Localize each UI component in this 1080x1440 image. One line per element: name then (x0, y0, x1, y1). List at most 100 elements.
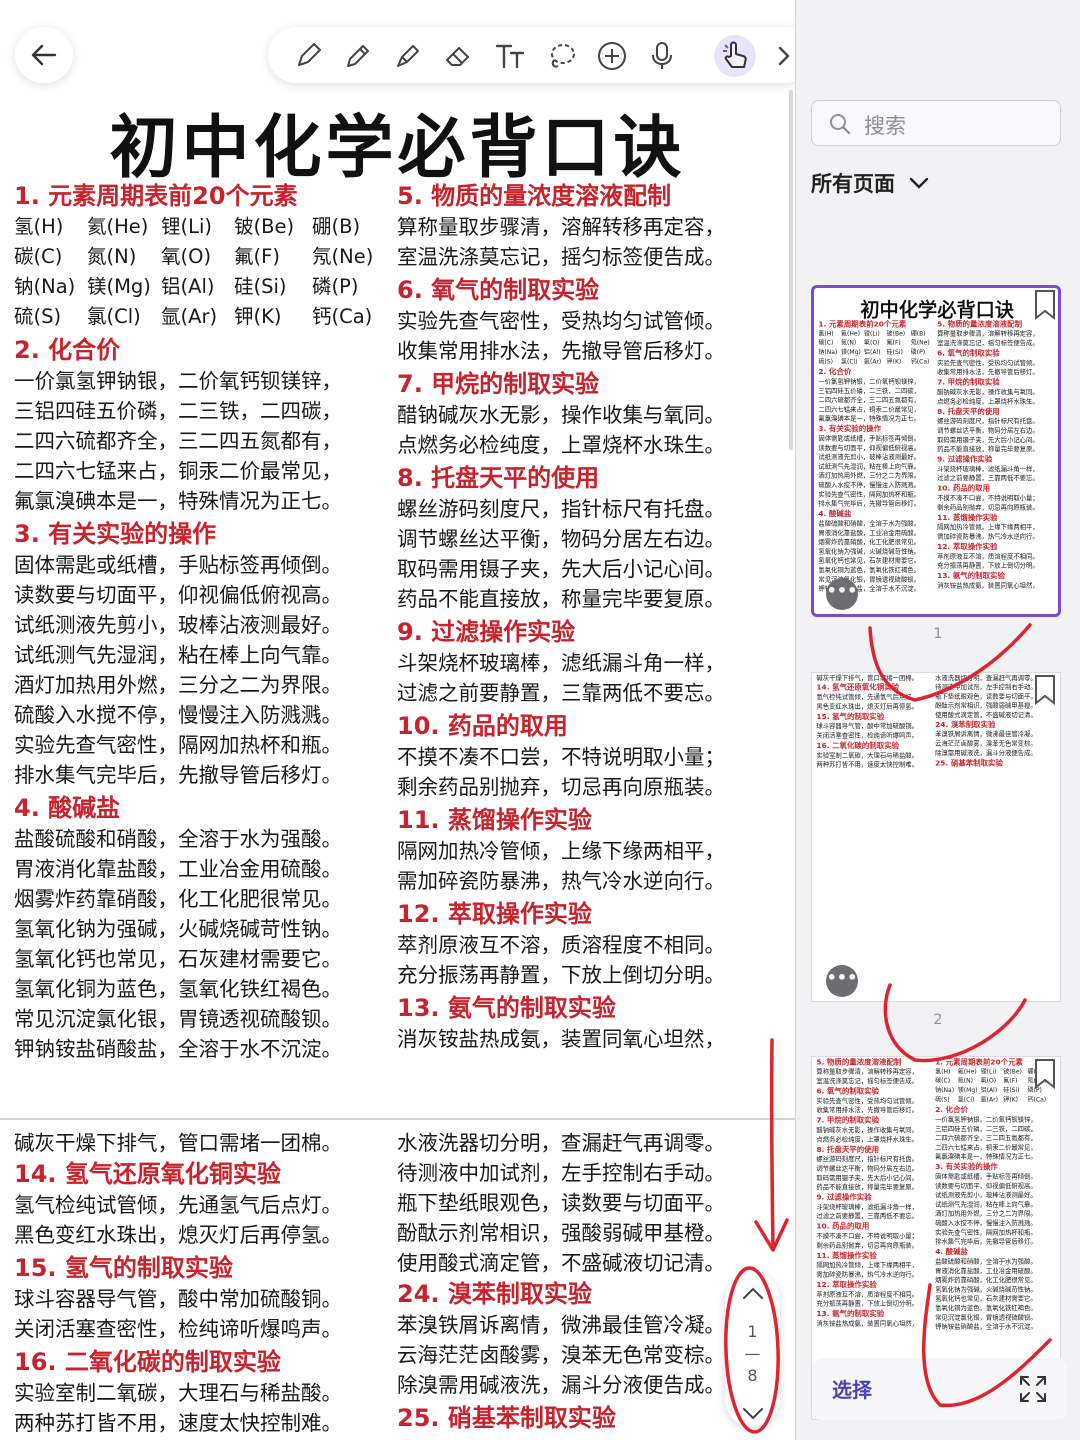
page1-left-text-line: 钾钠铵盐硝酸盐，全溶于水不沉淀。 (14, 1037, 342, 1061)
thumb1-right-text-line: 调节螺丝达平衡，物码分居左右边。 (937, 426, 1039, 435)
thumb3-left-text-line: 充分振荡再静置，下放上倒切分明。 (816, 1299, 919, 1308)
page2-right-intro-text-line: 待测液中加试剂，左手控制右手动。 (397, 1161, 725, 1185)
chevron-down-icon[interactable] (741, 1405, 765, 1421)
thumb3-left-section: 10. 药品的取用 不摸不凑不口尝，不特说明取小量； 剩余药品别抛弃，切忌再向原瓶装… (816, 1221, 932, 1250)
back-button[interactable] (15, 27, 73, 83)
thumb1-left-text-line: 氢氧化钠为强碱，火碱烧碱苛性钠。 (818, 547, 921, 555)
thumb2-right-section-heading: 25. 硝基苯制取实验 (935, 758, 1003, 768)
page2-left-column: 碱灰干燥下排气，管口需堵一团棉。 14. 氢气还原氧化铜实验 氢气检纯试管倾，先通… (14, 1128, 389, 1440)
thumb1-right-text-line: 算称量取步骤清，溶解转移再定容， (937, 329, 1039, 338)
mic-icon (652, 42, 672, 69)
thumb3-right-element-cell: 氧(O) (980, 1077, 997, 1085)
page-divider (0, 1118, 795, 1120)
thumb1-right-section: 5. 物质的量浓度溶液配制 算称量取步骤清，溶解转移再定容， 室温洗涤莫忘记，摇匀标… (937, 319, 1055, 348)
document-page[interactable]: 初中化学必背口诀 1. 元素周期表前20个元素 氢(H) 氦(He) 锂(Li) 铍(B… (0, 0, 795, 1440)
eraser-tool[interactable] (442, 40, 474, 72)
highlighter-tool[interactable] (392, 40, 424, 72)
thumb1-left-section-heading: 1. 元素周期表前20个元素 (818, 319, 907, 329)
thumb1-left-text-line: 三铝四硅五价磷，二三铁，二四碳， (818, 386, 921, 395)
thumb3-left-text-line: 取码需用镊子夹，先大后小记心间。 (816, 1173, 919, 1182)
thumb3-right-text-line: 实验先查气密性，隔网加热杯和瓶。 (935, 1228, 1037, 1236)
thumb3-left-section: 13. 氨气的制取实验 消灰铵盐热成氨，装置同氧心坦然， (816, 1309, 932, 1328)
thumb3-right-text-line: 烟雾炸药靠硝酸，化工化肥很常见。 (935, 1276, 1037, 1284)
mic-tool[interactable] (646, 40, 678, 72)
page-2-more-button[interactable]: ••• (826, 965, 858, 997)
thumb1-left-text-line: 硫酸入水搅不停，慢慢注入防溅溅。 (818, 481, 921, 489)
bookmark-icon[interactable] (1034, 675, 1056, 705)
thumb3-right-text-line: 二四六七锰来占，铜汞二价最常见， (935, 1143, 1037, 1151)
page2-right-text-line: 除溴需用碱液洗，漏斗分液便告成。 (397, 1373, 725, 1397)
thumb3-right-text-line: 氟氯溴碘本是一，特殊情况为正七。 (935, 1152, 1037, 1161)
thumb1-right-text-line: 点燃务必检纯度，上罩烧杯水珠生。 (937, 397, 1039, 405)
thumbnail-1-title: 初中化学必背口诀 (860, 298, 1015, 322)
page1-right-text-line: 药品不能直接放，称量完毕要复原。 (397, 587, 725, 611)
thumbnail-1-left: 1. 元素周期表前20个元素 氢(H) 氦(He) 锂(Li) 铍(Be) 硼(B) 碳(C… (818, 319, 934, 594)
text-tool[interactable] (494, 40, 526, 72)
page1-right-text-line: 算称量取步骤清，溶解转移再定容， (397, 215, 725, 239)
thumb1-right-text-line: 取码需用镊子夹，先大后小记心间。 (937, 435, 1039, 444)
thumb1-right-text-line: 充分振荡再静置，下放上倒切分明。 (937, 561, 1039, 570)
thumb1-right-text-line: 隔网加热冷管倾，上缘下缘两相平， (937, 523, 1039, 531)
pen-icon (298, 43, 321, 66)
page-1-more-button[interactable]: ••• (826, 578, 858, 610)
chevron-right-icon (778, 46, 790, 66)
document-scrollbar[interactable] (789, 90, 793, 450)
thumb1-left-element-cell: 氧(O) (863, 339, 880, 347)
page1-right-text-line: 螺丝游码刻度尺，指针标尺有托盘。 (397, 497, 725, 521)
thumb1-right-text-line: 过滤之前要静置，三靠两低不要忘。 (937, 474, 1039, 482)
thumb3-left-text-line: 不摸不凑不口尝，不特说明取小量； (816, 1232, 919, 1240)
thumb1-right-text-line: 不摸不凑不口尝，不特说明取小量； (937, 494, 1039, 502)
page1-right-text-line: 斗架烧杯玻璃棒，滤纸漏斗角一样， (397, 651, 725, 675)
thumb1-left-text-line: 氟氯溴碘本是一，特殊情况为正七。 (818, 414, 921, 423)
page1-left-element-grid: 氢(H) 氦(He) 锂(Li) 铍(Be) 硼(B) 碳(C) 氮(N) 氧(O) 氟(F) 氖… (14, 212, 389, 332)
select-button[interactable]: 选择 (832, 1374, 872, 1403)
thumb3-left-text-line: 萃剂原液互不溶，质溶程度不相同。 (816, 1290, 919, 1298)
pencil-tool[interactable] (342, 40, 374, 72)
chevron-up-icon[interactable] (741, 1286, 765, 1302)
thumb3-right-text-line: 酒灯加热用外燃，三分之二为界限。 (935, 1209, 1037, 1218)
bookmark-icon[interactable] (1034, 1059, 1056, 1089)
page1-left-text-line: 试纸测气先湿润，粘在棒上向气靠。 (14, 643, 342, 667)
thumbnail-1-right: 5. 物质的量浓度溶液配制 算称量取步骤清，溶解转移再定容， 室温洗涤莫忘记，摇匀标… (937, 319, 1055, 591)
thumb3-left-text-line: 螺丝游码刻度尺，指针标尺有托盘。 (816, 1155, 919, 1163)
total-pages-number: 8 (747, 1366, 758, 1385)
page2-left-text-line: 氢气检纯试管倾，先通氢气后点灯。 (14, 1193, 342, 1217)
thumb1-left-element-cell: 硼(B) (910, 329, 926, 337)
add-shape-tool[interactable] (596, 40, 628, 72)
thumb3-right-section-heading: 3. 有关实验的操作 (935, 1162, 998, 1172)
thumb2-left-section-heading: 15. 氢气的制取实验 (816, 712, 885, 721)
thumb3-left-text-line: 醋钠碱灰水无影，操作收集与氧同。 (816, 1126, 919, 1134)
search-input[interactable]: 搜索 (811, 100, 1061, 146)
bookmark-icon[interactable] (1034, 290, 1056, 320)
thumb2-left-text-line: 关闭活塞查密性，检纯谛听爆鸣声。 (816, 731, 919, 740)
thumb1-left-element-cell: 硫(S) (818, 357, 833, 365)
thumb3-right-element-cell: 硫(S) (935, 1095, 950, 1103)
thumb3-right-text-line: 读数要与切面平，仰视偏低俯视高。 (935, 1181, 1037, 1190)
page1-left-element-cell: 氮(N) (87, 245, 137, 268)
lasso-tool[interactable] (546, 40, 578, 72)
thumb3-left-section-heading: 12. 萃取操作实验 (816, 1280, 877, 1289)
page1-left-element-cell: 氖(Ne) (312, 245, 374, 268)
page-number-2: 2 (933, 1012, 943, 1028)
expand-icon[interactable] (1017, 1373, 1049, 1405)
page-thumbnail-2[interactable]: 碱灰干燥下排气，管口需堵一团棉。 14. 氢气还原氧化铜实验 氢气检纯试管倾，先通氢… (811, 672, 1061, 1002)
thumb2-right-section: 25. 硝基苯制取实验 (935, 758, 1053, 768)
thumb1-right-section: 12. 萃取操作实验 萃剂原液互不溶，质溶程度不相同。 充分振荡再静置，下放上倒切分… (937, 542, 1055, 571)
page1-left-text-line: 排水集气完毕后，先撤导管后移灯。 (14, 763, 342, 787)
page1-right-section: 7. 甲烷的制取实验 醋钠碱灰水无影，操作收集与氧同。 点燃务必检纯度，上罩烧杯水珠… (397, 368, 777, 460)
thumb1-right-section: 13. 氨气的制取实验 消灰铵盐热成氨，装置同氧心坦然， (937, 571, 1055, 590)
page-filter-dropdown[interactable]: 所有页面 (811, 168, 930, 198)
touch-draw-toggle[interactable] (714, 35, 756, 77)
page1-left-column: 1. 元素周期表前20个元素 氢(H) 氦(He) 锂(Li) 铍(Be) 硼(B) 碳(C… (14, 180, 389, 1066)
thumb2-left-section: 14. 氢气还原氧化铜实验 氢气检纯试管倾，先通氢气后点灯。 黑色变红水珠出，熄灭灯… (816, 682, 932, 711)
page2-left-section: 15. 氢气的制取实验 球斗容器导气管，酸中常加硫酸铜。 关闭活塞查密性，检纯谛听爆… (14, 1252, 389, 1344)
page-thumbnail-1[interactable]: 初中化学必背口诀 1. 元素周期表前20个元素 氢(H) 氦(He) 锂(Li) 铍(B… (811, 285, 1061, 617)
thumb3-right-text-line: 钾钠铵盐硝酸盐，全溶于水不沉淀。 (935, 1322, 1037, 1331)
pen-tool[interactable] (292, 40, 324, 72)
thumb2-left-text-line: 黑色变红水珠出，熄灭灯后再停氢。 (816, 702, 919, 710)
thumb2-left-section-heading: 14. 氢气还原氧化铜实验 (816, 682, 900, 692)
page1-right-text-line: 不摸不凑不口尝，不特说明取小量； (397, 745, 725, 769)
thumb3-left-section-heading: 7. 甲烷的制取实验 (816, 1115, 880, 1125)
search-icon (830, 114, 851, 135)
thumb3-left-text-line: 药品不能直接放，称量完毕要复原。 (816, 1183, 919, 1191)
